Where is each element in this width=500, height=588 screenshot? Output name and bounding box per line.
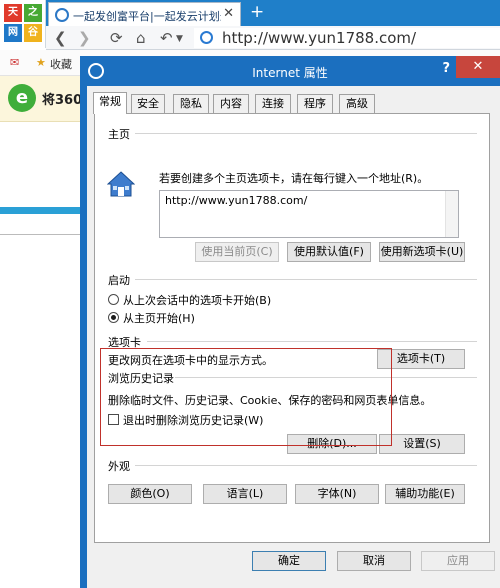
homepage-instruction: 若要创建多个主页选项卡，请在每行键入一个地址(R)。 [159,172,429,185]
general-tab-pane: 主页 若要创建多个主页选项卡，请在每行键入一个地址(R)。 http://www… [94,113,490,543]
ok-button[interactable]: 确定 [252,551,326,571]
help-button[interactable]: ? [442,61,450,76]
home-icon[interactable]: ⌂ [136,29,146,47]
browser-tab-title: 一起发创富平台|一起发云计划最新 [73,10,221,23]
dialog-body: 常规 安全 隐私 内容 连接 程序 高级 主页 若要创建多个主页选项卡，请在每行… [87,86,500,588]
send-icon[interactable]: ✉ [10,56,19,69]
homepage-textarea[interactable]: http://www.yun1788.com/ [159,190,459,238]
banner-text[interactable]: 将360 [42,89,82,108]
site-logo: 天 之 网 谷 [0,0,46,48]
undo-icon[interactable]: ↶ [160,29,173,47]
page-divider [0,234,90,235]
close-button[interactable]: ✕ [456,56,500,78]
promo-banner: e 将360 [0,76,90,122]
logo-char: 之 [24,4,42,22]
startup-homepage-radio[interactable] [108,312,119,323]
appearance-divider [135,465,477,466]
startup-last-session-label[interactable]: 从上次会话中的选项卡开始(B) [123,292,271,308]
appearance-heading: 外观 [108,460,130,473]
home-page-icon [107,171,135,197]
use-current-button[interactable]: 使用当前页(C) [195,242,279,262]
favorites-label[interactable]: 收藏 [50,56,72,72]
forward-icon[interactable]: ❯ [78,29,91,47]
fonts-button[interactable]: 字体(N) [295,484,379,504]
dialog-title: Internet 属性 [252,66,328,80]
highlight-annotation [100,348,392,446]
languages-button[interactable]: 语言(L) [203,484,287,504]
use-new-tab-button[interactable]: 使用新选项卡(U) [379,242,465,262]
tab-programs[interactable]: 程序 [297,94,333,113]
accessibility-button[interactable]: 辅助功能(E) [385,484,465,504]
tab-advanced[interactable]: 高级 [339,94,375,113]
360-logo-icon: e [8,84,36,112]
dialog-titlebar[interactable]: Internet 属性 ? ✕ [80,56,500,86]
tab-security[interactable]: 安全 [131,94,165,113]
page-stripe [0,207,90,214]
homepage-divider [135,133,477,134]
startup-heading: 启动 [108,274,130,287]
tab-close-icon[interactable]: ✕ [223,6,234,21]
logo-char: 网 [4,24,22,42]
star-icon[interactable]: ★ [36,56,46,69]
use-default-button[interactable]: 使用默认值(F) [287,242,371,262]
address-bar[interactable]: http://www.yun1788.com/ [194,28,500,48]
homepage-heading: 主页 [108,128,130,141]
browser-tab[interactable]: 一起发创富平台|一起发云计划最新 ✕ [48,2,241,26]
homepage-value: http://www.yun1788.com/ [165,194,308,207]
navigation-bar: ❮ ❯ ⟳ ⌂ ↶ ▼ http://www.yun1788.com/ [46,26,500,50]
cancel-button[interactable]: 取消 [337,551,411,571]
homepage-scrollbar[interactable] [445,191,458,237]
internet-options-dialog: Internet 属性 ? ✕ 常规 安全 隐私 内容 连接 程序 高级 主页 … [80,56,500,588]
ie-logo-icon [200,31,213,44]
tab-privacy[interactable]: 隐私 [173,94,209,113]
address-bar-url: http://www.yun1788.com/ [222,29,417,47]
colors-button[interactable]: 颜色(O) [108,484,192,504]
apply-button[interactable]: 应用 [421,551,495,571]
tabs-divider [147,341,477,342]
refresh-icon[interactable]: ⟳ [110,29,123,47]
ie-favicon-icon [55,8,69,22]
startup-last-session-radio[interactable] [108,294,119,305]
tab-general[interactable]: 常规 [93,92,127,114]
new-tab-button[interactable]: + [250,2,264,22]
logo-char: 谷 [24,24,42,42]
undo-dropdown-icon[interactable]: ▼ [176,34,183,44]
tab-connections[interactable]: 连接 [255,94,291,113]
logo-char: 天 [4,4,22,22]
back-icon[interactable]: ❮ [54,29,67,47]
startup-divider [135,279,477,280]
tab-content[interactable]: 内容 [213,94,249,113]
startup-homepage-label[interactable]: 从主页开始(H) [123,310,195,326]
